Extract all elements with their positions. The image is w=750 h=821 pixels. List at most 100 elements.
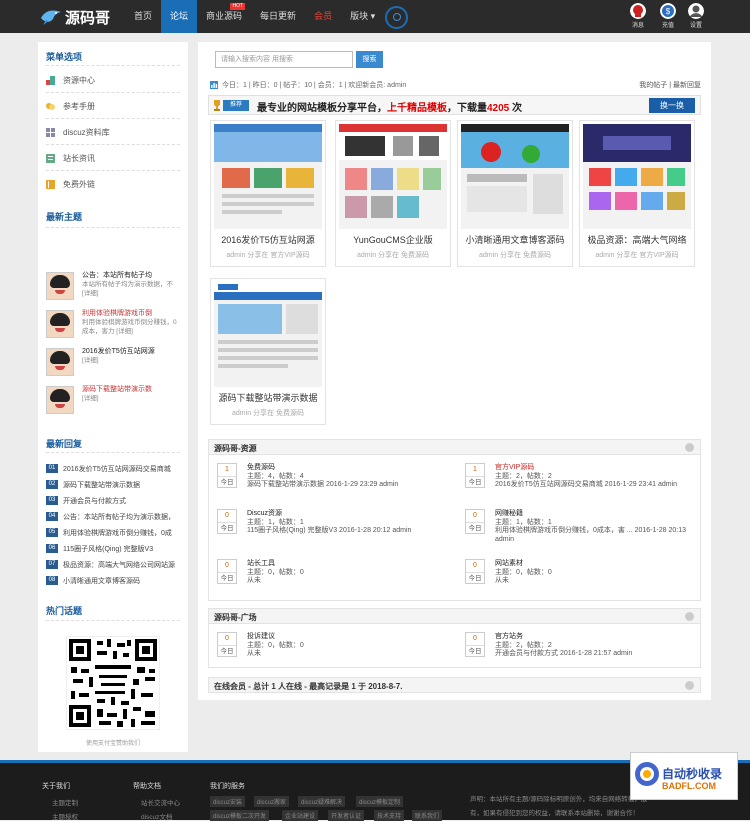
forum-item[interactable]: 0 今日 网站素材 主题：0，帖数：0 从未 <box>457 555 697 593</box>
watermark-logo-icon <box>635 762 659 786</box>
nav-daily-update[interactable]: 每日更新 <box>251 0 305 33</box>
switch-button[interactable]: 换一换 <box>649 98 695 113</box>
nav-commercial-source[interactable]: 商业源码 HOT <box>197 0 251 33</box>
forum-item[interactable]: 0 今日 Discuz资源 主题：1，帖数：1 115圈子风格(Qing) 完整版… <box>209 505 449 543</box>
footer-link[interactable]: 主题定制 <box>52 797 78 807</box>
collapse-icon[interactable] <box>685 612 694 621</box>
website-preview-icon <box>214 124 322 214</box>
messages-button[interactable]: 消息 <box>624 3 652 29</box>
search-icon[interactable] <box>385 6 408 29</box>
settings-button[interactable]: 设置 <box>682 3 710 29</box>
forum-last-post[interactable]: 利用体验棋牌游戏币倒分赚钱，0成本，害 ... 2016-1-28 20:13 … <box>495 526 695 544</box>
recharge-button[interactable]: $ 充值 <box>654 3 682 29</box>
template-thumbnail <box>461 124 569 229</box>
new-post-item[interactable]: 2016发价T5仿互站网源 [详细] <box>46 346 182 382</box>
collapse-icon[interactable] <box>685 443 694 452</box>
today-count: 0 <box>473 635 477 642</box>
settings-label: 设置 <box>689 23 702 29</box>
divider <box>46 620 180 621</box>
template-card[interactable]: YunGouCMS企业版 admin 分享在 免费源码 <box>335 120 451 267</box>
template-author: admin 分享在 免费源码 <box>479 252 551 259</box>
qr-code-image <box>66 636 160 730</box>
forum-last-post[interactable]: 开通会员与付款方式 2016-1-28 21:57 admin <box>495 649 695 658</box>
template-thumbnail <box>214 124 322 229</box>
my-posts-latest-replies-links[interactable]: 我的帖子 | 最新回复 <box>639 80 701 90</box>
reply-item[interactable]: 01 2016发价T5仿互站网源码交易商城 <box>46 463 171 474</box>
reply-item[interactable]: 05 利用体验棋牌游戏币倒分赚钱，0成 <box>46 527 172 538</box>
divider <box>46 170 180 171</box>
template-thumbnail <box>214 282 322 387</box>
nav-sections[interactable]: 版块 ▾ <box>341 0 384 33</box>
reply-number: 03 <box>46 496 58 505</box>
reply-item[interactable]: 07 极品资源：高端大气网络公司网站源 <box>46 559 175 570</box>
reply-item[interactable]: 03 开通会员与付款方式 <box>46 495 126 506</box>
forum-item[interactable]: 0 今日 网赚秘籍 主题：1，帖数：1 利用体验棋牌游戏币倒分赚钱，0成本，害 .… <box>457 505 697 543</box>
template-thumbnail <box>339 124 447 229</box>
service-tag[interactable]: 企业站建设 <box>282 810 319 821</box>
hot-topics-title: 热门话题 <box>46 606 83 616</box>
service-tag[interactable]: discuz模板二次开发 <box>210 810 270 821</box>
template-author: admin 分享在 官方VIP源码 <box>226 252 310 259</box>
template-title: 小清晰通用文章博客源码 <box>465 235 565 245</box>
service-tag[interactable]: discuz安装 <box>210 796 246 807</box>
copyright-notice: 有，如果有侵犯到您的权益，请联系本站删除，谢谢合作！ <box>470 810 639 817</box>
banner-text-d: 次 <box>509 103 523 114</box>
forum-item[interactable]: 1 今日 官方VIP源码 主题：2，帖数：2 2016发价T5仿互站网源码交易商城… <box>457 459 697 497</box>
search-input[interactable]: 请输入搜索内容 用搜索 <box>215 51 353 68</box>
new-post-title: 2016发价T5仿互站网源 <box>82 348 155 355</box>
site-logo[interactable]: 源码哥 <box>40 6 110 28</box>
search-button[interactable]: 搜索 <box>356 51 383 68</box>
template-card[interactable]: 小清晰通用文章博客源码 admin 分享在 免费源码 <box>457 120 573 267</box>
main-content: 请输入搜索内容 用搜索 搜索 今日：1 | 昨日：0 | 帖子：10 | 会员：… <box>198 42 711 700</box>
service-tag[interactable]: discuz疑难解决 <box>298 796 346 807</box>
menu-item-discuz-library[interactable]: discuz资料库 <box>46 125 110 139</box>
reply-item[interactable]: 08 小清晰通用文章博客源码 <box>46 575 140 586</box>
reply-text: 公告：本站所有帖子均为演示数据， <box>63 513 175 521</box>
reply-item[interactable]: 04 公告：本站所有帖子均为演示数据， <box>46 511 175 522</box>
reply-text: 115圈子风格(Qing) 完整版V3 <box>63 545 154 553</box>
footer-link[interactable]: 站长交流中心 <box>141 797 180 807</box>
forum-item[interactable]: 0 今日 站长工具 主题：0，帖数：0 从未 <box>209 555 449 593</box>
service-tag[interactable]: 开发者认证 <box>328 810 365 821</box>
chat-bubbles-icon <box>46 102 55 110</box>
new-post-item[interactable]: 公告：本站所有帖子均 本站所有帖子均为演示数据，不 [详细] <box>46 270 182 306</box>
nav-forum[interactable]: 论坛 <box>161 0 198 33</box>
menu-item-reference-manual[interactable]: 参考手册 <box>46 99 95 113</box>
online-members-text[interactable]: 在线会员 - 总计 1 人在线 - 最高记录是 1 于 2018-8-7. <box>214 681 402 692</box>
forum-item[interactable]: 0 今日 投诉建议 主题：0，帖数：0 从未 <box>209 628 449 666</box>
reply-item[interactable]: 06 115圈子风格(Qing) 完整版V3 <box>46 543 153 554</box>
service-tag[interactable]: 技术支持 <box>374 810 405 821</box>
hot-badge: HOT <box>230 3 246 10</box>
today-count-box: 0 今日 <box>217 632 237 657</box>
menu-item-resource-center[interactable]: 资源中心 <box>46 73 95 87</box>
reply-item[interactable]: 02 源码下载整站带演示数据 <box>46 479 140 490</box>
template-card[interactable]: 2016发价T5仿互站网源 admin 分享在 官方VIP源码 <box>210 120 326 267</box>
menu-item-webmaster-news[interactable]: 站长资讯 <box>46 151 95 165</box>
template-card[interactable]: 源码下载整站带演示数据 admin 分享在 免费源码 <box>210 278 326 425</box>
nav-member[interactable]: 会员 <box>305 0 341 33</box>
forum-item[interactable]: 1 今日 免费源码 主题：4，帖数：4 源码下载整站带演示数据 2016-1-29… <box>209 459 449 497</box>
nav-commercial-label: 商业源码 <box>206 11 243 21</box>
footer-about-title: 关于我们 <box>42 783 70 790</box>
new-post-desc: 利用体验棋牌游戏币倒分赚钱，0成本，害力 [详细] <box>82 319 177 335</box>
template-card[interactable]: 极品资源：高端大气网络 admin 分享在 官方VIP源码 <box>579 120 695 267</box>
copyright-notice: 声明：本站所有主题/源码除标明原创外，均来自网络转载，版 <box>470 796 648 803</box>
nav-home[interactable]: 首页 <box>125 0 161 33</box>
new-post-item[interactable]: 源码下载整站带演示数 [详细] <box>46 384 182 420</box>
collapse-icon[interactable] <box>685 681 694 690</box>
divider <box>46 452 180 453</box>
service-tag[interactable]: discuz模板定制 <box>356 796 404 807</box>
menu-item-free-links[interactable]: 免费外链 <box>46 177 95 191</box>
today-count-box: 0 今日 <box>465 509 485 534</box>
recharge-label: 充值 <box>661 23 674 29</box>
service-tag[interactable]: 联系我们 <box>412 810 443 821</box>
new-post-item[interactable]: 利用体验棋牌游戏币倒 利用体验棋牌游戏币倒分赚钱，0成本，害力 [详细] <box>46 308 182 344</box>
forum-last-post[interactable]: 源码下载整站带演示数据 2016-1-29 23:29 admin <box>247 480 447 489</box>
today-label: 今日 <box>218 572 236 584</box>
forum-last-post[interactable]: 115圈子风格(Qing) 完整版V3 2016-1-28 20:12 admi… <box>247 526 447 535</box>
forum-section-header: 源码哥-广场 <box>208 608 701 624</box>
website-preview-icon <box>461 124 569 214</box>
forum-item[interactable]: 0 今日 官方站务 主题：2，帖数：2 开通会员与付款方式 2016-1-28 2… <box>457 628 697 666</box>
service-tag[interactable]: discuz搬家 <box>254 796 290 807</box>
forum-last-post[interactable]: 2016发价T5仿互站网源码交易商城 2016-1-29 23:41 admin <box>495 480 695 489</box>
